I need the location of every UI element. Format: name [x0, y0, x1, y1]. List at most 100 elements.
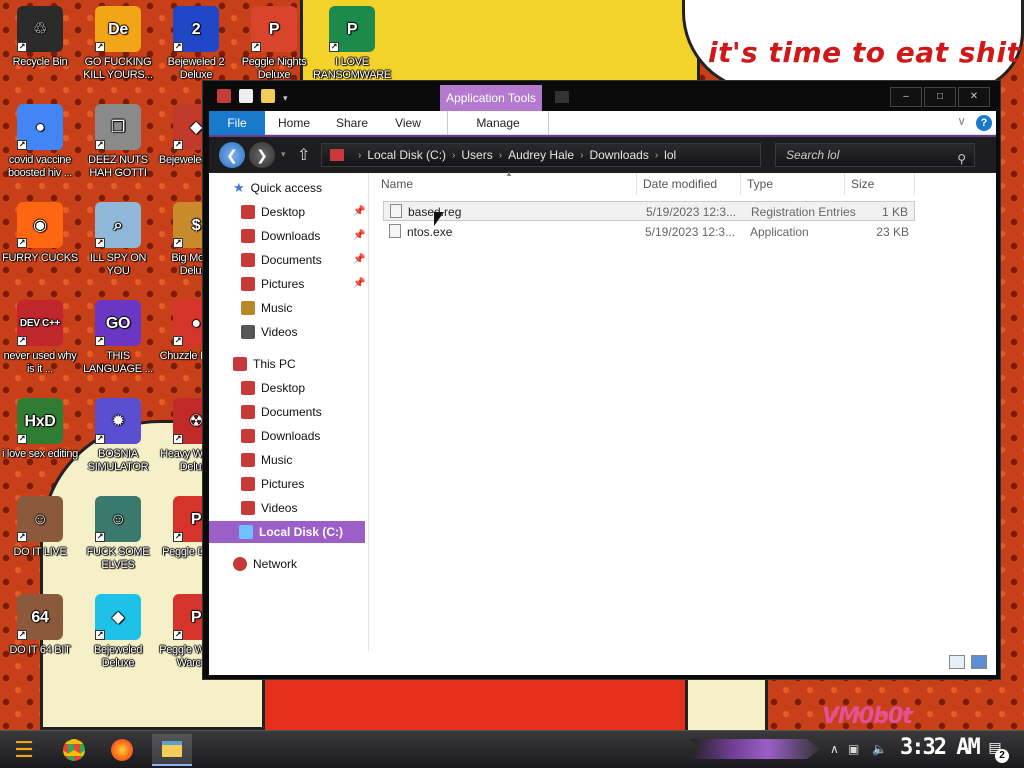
network-icon — [233, 557, 247, 571]
copy-icon: ❐ ↗ — [95, 104, 141, 150]
desktop-icon-label: DO IT LIVE — [13, 546, 67, 558]
properties-icon[interactable] — [239, 89, 253, 103]
tab-home[interactable]: Home — [271, 111, 317, 135]
tab-share[interactable]: Share — [327, 111, 377, 135]
show-hidden-icons-button[interactable]: ∧ — [830, 742, 839, 756]
large-icons-view-button[interactable] — [971, 655, 987, 669]
tab-view[interactable]: View — [385, 111, 431, 135]
search-input[interactable]: Search lol ⚲ — [775, 143, 975, 167]
nav-pc-desktop[interactable]: Desktop — [241, 377, 305, 399]
title-bar[interactable]: ▾ Application Tools – □ ✕ — [203, 81, 1000, 111]
desktop-icon[interactable]: ◆ ↗ Bejeweled Deluxe — [78, 594, 158, 670]
desktop-icon-label: FUCK SOME ELVES — [86, 546, 150, 571]
taskbar: ☰ ∧ ▣ 🔈 3:32 AM ▤ 2 — [0, 730, 1024, 768]
column-date-modified[interactable]: Date modified — [637, 173, 741, 195]
network-tray-icon[interactable]: ▣ — [848, 742, 859, 756]
folder-icon — [241, 205, 255, 219]
desktop-icon[interactable]: HxD ↗ i love sex editing — [0, 398, 80, 461]
desktop-icon-label: Peggle Nights Deluxe — [241, 56, 307, 81]
shortcut-arrow-icon: ↗ — [95, 434, 105, 444]
nav-pc-music[interactable]: Music — [241, 449, 292, 471]
address-bar[interactable]: › Local Disk (C:) › Users › Audrey Hale … — [321, 143, 761, 167]
navigation-pane: ★ Quick access Desktop 📌 Downloads 📌 Documen… — [209, 173, 369, 651]
desktop-icon[interactable]: P ↗ Peggle Nights Deluxe — [234, 6, 314, 82]
shortcut-arrow-icon: ↗ — [95, 630, 105, 640]
folder-icon — [241, 405, 255, 419]
search-icon[interactable]: ⚲ — [957, 148, 966, 170]
desktop-icon[interactable]: ❐ ↗ DEEZ NUTS HAH GOTTI — [78, 104, 158, 180]
nav-local-disk[interactable]: Local Disk (C:) — [209, 521, 365, 543]
taskbar-firefox[interactable] — [102, 734, 142, 766]
help-icon[interactable]: ? — [976, 115, 992, 131]
spy-icon: ⌕ ↗ — [95, 202, 141, 248]
desktop-icon[interactable]: ● ↗ covid vaccine boosted hiv ... — [0, 104, 80, 180]
close-button[interactable]: ✕ — [958, 87, 990, 107]
nav-pc-downloads[interactable]: Downloads — [241, 425, 320, 447]
taskbar-chrome[interactable] — [54, 734, 94, 766]
wallpaper-robe — [262, 678, 688, 733]
nav-this-pc[interactable]: This PC — [233, 353, 296, 375]
tab-manage[interactable]: Manage — [447, 111, 549, 135]
desktop-icon[interactable]: ✹ ↗ BOSNIA SIMULATOR — [78, 398, 158, 474]
explorer-app-icon[interactable] — [217, 89, 231, 103]
nav-quick-desktop[interactable]: Desktop 📌 — [241, 201, 365, 223]
nav-pc-videos[interactable]: Videos — [241, 497, 297, 519]
notification-center-button[interactable]: ▤ 2 — [984, 739, 1009, 763]
nav-quick-pictures[interactable]: Pictures 📌 — [241, 273, 365, 295]
breadcrumb-audrey-hale[interactable]: Audrey Hale — [508, 148, 574, 162]
application-tools-label: Application Tools — [440, 85, 542, 111]
breadcrumb-lol[interactable]: lol — [664, 148, 676, 162]
desktop-icon[interactable]: 2 ↗ Bejeweled 2 Deluxe — [156, 6, 236, 82]
maximize-button[interactable]: □ — [924, 87, 956, 107]
nav-network[interactable]: Network — [233, 553, 297, 575]
tab-file[interactable]: File — [209, 111, 265, 135]
breadcrumb-users[interactable]: Users — [461, 148, 492, 162]
forward-button[interactable]: ❯ — [249, 142, 275, 168]
desktop-icon[interactable]: DEV C++ ↗ never used why is it ... — [0, 300, 80, 376]
ribbon-collapse-icon[interactable]: ∨ — [957, 114, 966, 128]
volume-muted-icon[interactable]: 🔈 — [872, 742, 887, 756]
desktop-icon[interactable]: De ↗ GO FUCKING KILL YOURS... — [78, 6, 158, 82]
minimize-button[interactable]: – — [890, 87, 922, 107]
up-arrow-icon[interactable]: ⇧ — [297, 145, 310, 165]
file-row[interactable]: ntos.exe 5/19/2023 12:3... Application 23 K… — [383, 222, 915, 242]
nav-pc-pictures[interactable]: Pictures — [241, 473, 304, 495]
chevron-down-icon[interactable]: ▾ — [283, 93, 291, 103]
desktop-icon-label: covid vaccine boosted hiv ... — [8, 154, 72, 179]
shortcut-arrow-icon: ↗ — [17, 42, 27, 52]
desktop-icon[interactable]: ☺ ↗ FUCK SOME ELVES — [78, 496, 158, 572]
file-explorer-window[interactable]: ▾ Application Tools – □ ✕ File Home Shar… — [202, 80, 1001, 680]
desktop-icon[interactable]: 64 ↗ DO IT 64 BIT — [0, 594, 80, 657]
file-row[interactable]: based.reg 5/19/2023 12:3... Registration E… — [383, 201, 915, 221]
nav-quick-downloads[interactable]: Downloads 📌 — [241, 225, 365, 247]
desktop-icon[interactable]: ◉ ↗ FURRY CUCKS — [0, 202, 80, 265]
desktop-icon[interactable]: ♲ ↗ Recycle Bin — [0, 6, 80, 69]
details-view-button[interactable] — [949, 655, 965, 669]
new-folder-icon[interactable] — [261, 89, 275, 103]
address-toolbar: ❮ ❯ ▾ ⇧ › Local Disk (C:) › Users › Audr… — [209, 135, 996, 173]
column-type[interactable]: Type — [741, 173, 845, 195]
taskbar-clock[interactable]: 3:32 AM — [900, 735, 981, 760]
shortcut-arrow-icon: ↗ — [173, 630, 183, 640]
file-type: Registration Entries — [751, 205, 856, 219]
desktop-icon[interactable]: ⌕ ↗ ILL SPY ON YOU — [78, 202, 158, 278]
desktop-icon[interactable]: ☺ ↗ DO IT LIVE — [0, 496, 80, 559]
taskbar-file-explorer[interactable] — [152, 734, 192, 766]
nav-pc-documents[interactable]: Documents — [241, 401, 322, 423]
breadcrumb-downloads[interactable]: Downloads — [589, 148, 648, 162]
nav-quick-documents[interactable]: Documents 📌 — [241, 249, 365, 271]
desktop-icon[interactable]: GO ↗ THIS LANGUAGE ... — [78, 300, 158, 376]
folder-icon — [241, 325, 255, 339]
folder-icon — [241, 429, 255, 443]
column-size[interactable]: Size — [845, 173, 915, 195]
nav-quick-music[interactable]: Music — [241, 297, 292, 319]
nav-quick-videos[interactable]: Videos — [241, 321, 297, 343]
start-button[interactable]: ☰ — [4, 734, 44, 766]
back-button[interactable]: ❮ — [219, 142, 245, 168]
chrome-icon — [63, 739, 85, 761]
recent-locations-icon[interactable]: ▾ — [281, 149, 286, 160]
application-icon — [389, 224, 401, 238]
breadcrumb-local-disk[interactable]: Local Disk (C:) — [367, 148, 446, 162]
nav-quick-access[interactable]: ★ Quick access — [233, 177, 322, 199]
desktop-icon[interactable]: P ↗ I LOVE RANSOMWARE — [312, 6, 392, 82]
